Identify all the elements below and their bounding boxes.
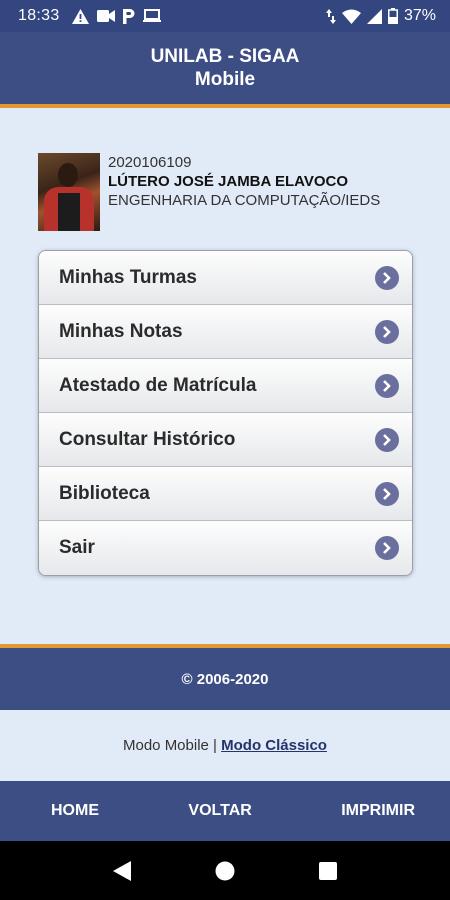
- chevron-right-icon: [375, 481, 399, 506]
- menu-item-minhas-notas[interactable]: Minhas Notas: [39, 305, 412, 359]
- bottom-nav: HOME VOLTAR IMPRIMIR: [0, 781, 450, 841]
- parking-icon: [122, 8, 135, 24]
- mode-selector: Modo Mobile | Modo Clássico: [0, 710, 450, 781]
- recents-square-icon[interactable]: [319, 861, 337, 880]
- mode-separator: |: [208, 737, 222, 754]
- student-name: LÚTERO JOSÉ JAMBA ELAVOCO: [108, 173, 349, 190]
- menu-item-label: Sair: [59, 537, 95, 558]
- print-button[interactable]: IMPRIMIR: [341, 802, 415, 820]
- battery-icon: [387, 8, 398, 24]
- chevron-right-icon: [375, 319, 399, 344]
- student-course: ENGENHARIA DA COMPUTAÇÃO/IEDS: [108, 192, 381, 209]
- menu-item-label: Minhas Turmas: [59, 266, 197, 288]
- copyright-text: © 2006-2020: [181, 670, 269, 688]
- mode-mobile-label: Modo Mobile: [123, 737, 209, 754]
- header-title: UNILAB - SIGAA: [150, 46, 300, 67]
- menu-item-atestado-matricula[interactable]: Atestado de Matrícula: [39, 359, 412, 413]
- student-photo: [38, 153, 100, 231]
- menu-item-label: Biblioteca: [59, 482, 150, 504]
- main-content: 2020106109 LÚTERO JOSÉ JAMBA ELAVOCO ENG…: [0, 108, 450, 648]
- home-circle-icon[interactable]: [215, 861, 235, 881]
- back-button[interactable]: VOLTAR: [188, 802, 251, 820]
- chevron-right-icon: [375, 373, 399, 398]
- header-subtitle: Mobile: [194, 69, 256, 90]
- menu-item-minhas-turmas[interactable]: Minhas Turmas: [39, 251, 412, 305]
- wifi-icon: [341, 9, 361, 24]
- warning-icon: [71, 8, 89, 24]
- student-profile: 2020106109 LÚTERO JOSÉ JAMBA ELAVOCO ENG…: [38, 153, 380, 231]
- home-button[interactable]: HOME: [51, 802, 99, 820]
- app-header: UNILAB - SIGAA Mobile: [0, 32, 450, 108]
- status-bar: 18:33 37%: [0, 0, 450, 32]
- system-nav-bar: [0, 841, 450, 900]
- menu-item-label: Minhas Notas: [59, 320, 183, 342]
- video-icon: [96, 10, 115, 22]
- menu-item-label: Atestado de Matrícula: [59, 374, 257, 396]
- battery-percent: 37%: [403, 7, 436, 24]
- data-arrows-icon: [325, 8, 336, 24]
- signal-icon: [366, 8, 382, 24]
- back-triangle-icon[interactable]: [113, 860, 131, 881]
- copyright-bar: © 2006-2020: [0, 644, 450, 710]
- mode-classic-link[interactable]: Modo Clássico: [221, 737, 327, 754]
- laptop-icon: [142, 9, 161, 22]
- menu-item-consultar-historico[interactable]: Consultar Histórico: [39, 413, 412, 467]
- chevron-right-icon: [375, 265, 399, 290]
- menu-item-biblioteca[interactable]: Biblioteca: [39, 467, 412, 521]
- student-id: 2020106109: [108, 154, 192, 171]
- menu-item-label: Consultar Histórico: [59, 428, 236, 450]
- status-time: 18:33: [18, 7, 60, 24]
- chevron-right-icon: [375, 427, 399, 452]
- main-menu: Minhas Turmas Minhas Notas Atestado de M…: [38, 250, 413, 576]
- menu-item-sair[interactable]: Sair: [39, 521, 412, 575]
- chevron-right-icon: [375, 536, 399, 560]
